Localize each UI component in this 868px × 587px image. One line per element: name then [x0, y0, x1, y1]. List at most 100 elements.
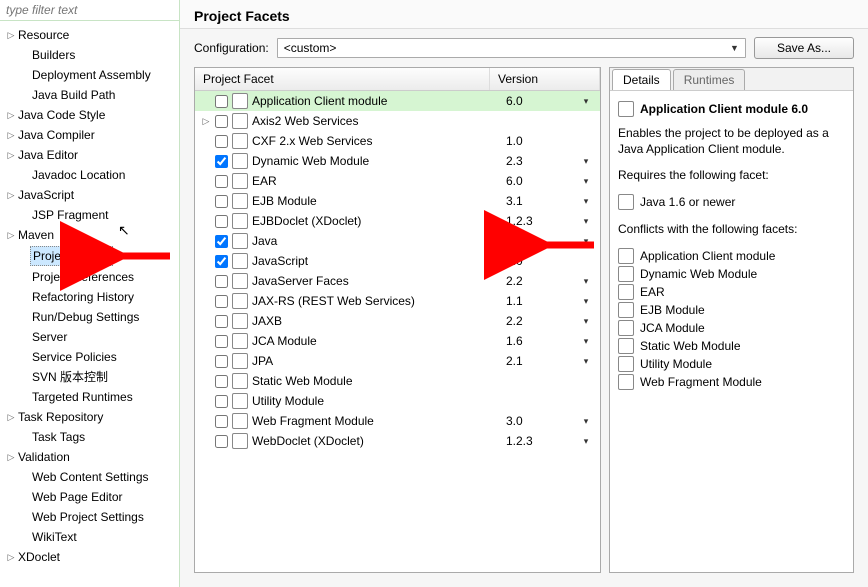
- sidebar-item[interactable]: Task Tags: [0, 427, 179, 447]
- sidebar-item[interactable]: Web Project Settings: [0, 507, 179, 527]
- facet-row[interactable]: EJB Module3.1▾: [195, 191, 600, 211]
- sidebar-item[interactable]: JSP Fragment: [0, 205, 179, 225]
- facet-checkbox[interactable]: [215, 335, 228, 348]
- facet-checkbox[interactable]: [215, 275, 228, 288]
- sidebar-item[interactable]: ▷Task Repository: [0, 407, 179, 427]
- facet-row[interactable]: JAX-RS (REST Web Services)1.1▾: [195, 291, 600, 311]
- facet-checkbox[interactable]: [215, 375, 228, 388]
- version-dropdown[interactable]: ▾: [576, 272, 596, 290]
- sidebar-item[interactable]: WikiText: [0, 527, 179, 547]
- facet-row[interactable]: JavaServer Faces2.2▾: [195, 271, 600, 291]
- sidebar-item[interactable]: ▷Java Editor: [0, 145, 179, 165]
- facet-checkbox[interactable]: [215, 415, 228, 428]
- sidebar-item[interactable]: ▷Validation: [0, 447, 179, 467]
- save-as-button[interactable]: Save As...: [754, 37, 854, 59]
- col-facet[interactable]: Project Facet: [195, 68, 490, 90]
- facet-row[interactable]: Static Web Module: [195, 371, 600, 391]
- facet-checkbox[interactable]: [215, 435, 228, 448]
- col-version[interactable]: Version: [490, 68, 600, 90]
- sidebar-item[interactable]: Service Policies: [0, 347, 179, 367]
- facet-version: 1.6: [506, 332, 576, 350]
- sidebar-item[interactable]: Web Content Settings: [0, 467, 179, 487]
- facet-row[interactable]: Dynamic Web Module2.3▾: [195, 151, 600, 171]
- tab-details[interactable]: Details: [612, 69, 671, 90]
- version-dropdown[interactable]: ▾: [576, 92, 596, 110]
- version-dropdown[interactable]: ▾: [576, 232, 596, 250]
- facet-name: JavaServer Faces: [252, 272, 506, 290]
- facet-checkbox[interactable]: [215, 315, 228, 328]
- sidebar-item[interactable]: Refactoring History: [0, 287, 179, 307]
- version-dropdown[interactable]: ▾: [576, 152, 596, 170]
- facet-table: Project Facet Version Application Client…: [194, 67, 601, 573]
- facet-row[interactable]: Web Fragment Module3.0▾: [195, 411, 600, 431]
- facet-row[interactable]: ▷Axis2 Web Services: [195, 111, 600, 131]
- facet-checkbox[interactable]: [215, 155, 228, 168]
- sidebar-item[interactable]: Project Facets: [0, 245, 179, 267]
- sidebar-item[interactable]: Web Page Editor: [0, 487, 179, 507]
- sidebar-item[interactable]: Targeted Runtimes: [0, 387, 179, 407]
- facet-checkbox[interactable]: [215, 135, 228, 148]
- sidebar-item[interactable]: SVN 版本控制: [0, 367, 179, 387]
- facet-checkbox[interactable]: [215, 195, 228, 208]
- facet-checkbox[interactable]: [215, 95, 228, 108]
- facet-version: 1.0: [506, 132, 576, 150]
- facet-checkbox[interactable]: [215, 395, 228, 408]
- version-dropdown[interactable]: ▾: [576, 412, 596, 430]
- sidebar-item[interactable]: Deployment Assembly: [0, 65, 179, 85]
- facet-icon: [618, 266, 634, 282]
- sidebar-item[interactable]: Run/Debug Settings: [0, 307, 179, 327]
- facet-icon: [232, 393, 248, 409]
- sidebar-item[interactable]: Javadoc Location: [0, 165, 179, 185]
- version-dropdown[interactable]: ▾: [576, 332, 596, 350]
- facet-row[interactable]: EAR6.0▾: [195, 171, 600, 191]
- version-dropdown[interactable]: ▾: [576, 432, 596, 450]
- sidebar-item[interactable]: ▷Resource: [0, 25, 179, 45]
- facet-checkbox[interactable]: [215, 215, 228, 228]
- sidebar-item[interactable]: Builders: [0, 45, 179, 65]
- facet-checkbox[interactable]: [215, 355, 228, 368]
- facet-row[interactable]: JavaScript1.0: [195, 251, 600, 271]
- facet-checkbox[interactable]: [215, 175, 228, 188]
- facet-row[interactable]: Java1.7▾: [195, 231, 600, 251]
- sidebar-item-label: Validation: [16, 448, 70, 466]
- tab-runtimes[interactable]: Runtimes: [673, 69, 746, 90]
- facet-row[interactable]: JCA Module1.6▾: [195, 331, 600, 351]
- facet-icon: [618, 320, 634, 336]
- version-dropdown[interactable]: ▾: [576, 212, 596, 230]
- facet-row[interactable]: Utility Module: [195, 391, 600, 411]
- sidebar-item-label: Web Page Editor: [30, 488, 123, 506]
- facet-icon: [232, 293, 248, 309]
- facet-checkbox[interactable]: [215, 255, 228, 268]
- sidebar-item-label: Builders: [30, 46, 75, 64]
- chevron-down-icon: ▼: [730, 43, 739, 53]
- version-dropdown[interactable]: ▾: [576, 172, 596, 190]
- facet-row[interactable]: JAXB2.2▾: [195, 311, 600, 331]
- facet-row[interactable]: EJBDoclet (XDoclet)1.2.3▾: [195, 211, 600, 231]
- sidebar-item[interactable]: ▷Java Code Style: [0, 105, 179, 125]
- sidebar-item[interactable]: Server: [0, 327, 179, 347]
- version-dropdown[interactable]: ▾: [576, 192, 596, 210]
- version-dropdown[interactable]: ▾: [576, 292, 596, 310]
- facet-name: Web Fragment Module: [252, 412, 506, 430]
- version-dropdown[interactable]: ▾: [576, 352, 596, 370]
- sidebar-item-label: Task Tags: [30, 428, 85, 446]
- sidebar-item[interactable]: Java Build Path: [0, 85, 179, 105]
- facet-version: 2.1: [506, 352, 576, 370]
- facet-name: Dynamic Web Module: [252, 152, 506, 170]
- facet-row[interactable]: JPA2.1▾: [195, 351, 600, 371]
- facet-checkbox[interactable]: [215, 115, 228, 128]
- filter-input[interactable]: [0, 0, 179, 21]
- sidebar-item[interactable]: ▷Maven: [0, 225, 179, 245]
- facet-row[interactable]: WebDoclet (XDoclet)1.2.3▾: [195, 431, 600, 451]
- facet-row[interactable]: CXF 2.x Web Services1.0: [195, 131, 600, 151]
- facet-row[interactable]: Application Client module6.0▾: [195, 91, 600, 111]
- facet-checkbox[interactable]: [215, 295, 228, 308]
- sidebar-item[interactable]: ▷Java Compiler: [0, 125, 179, 145]
- sidebar-item[interactable]: Project References: [0, 267, 179, 287]
- sidebar-item[interactable]: ▷XDoclet: [0, 547, 179, 567]
- sidebar-item[interactable]: ▷JavaScript: [0, 185, 179, 205]
- facet-icon: [232, 193, 248, 209]
- configuration-select[interactable]: <custom> ▼: [277, 38, 746, 58]
- facet-checkbox[interactable]: [215, 235, 228, 248]
- version-dropdown[interactable]: ▾: [576, 312, 596, 330]
